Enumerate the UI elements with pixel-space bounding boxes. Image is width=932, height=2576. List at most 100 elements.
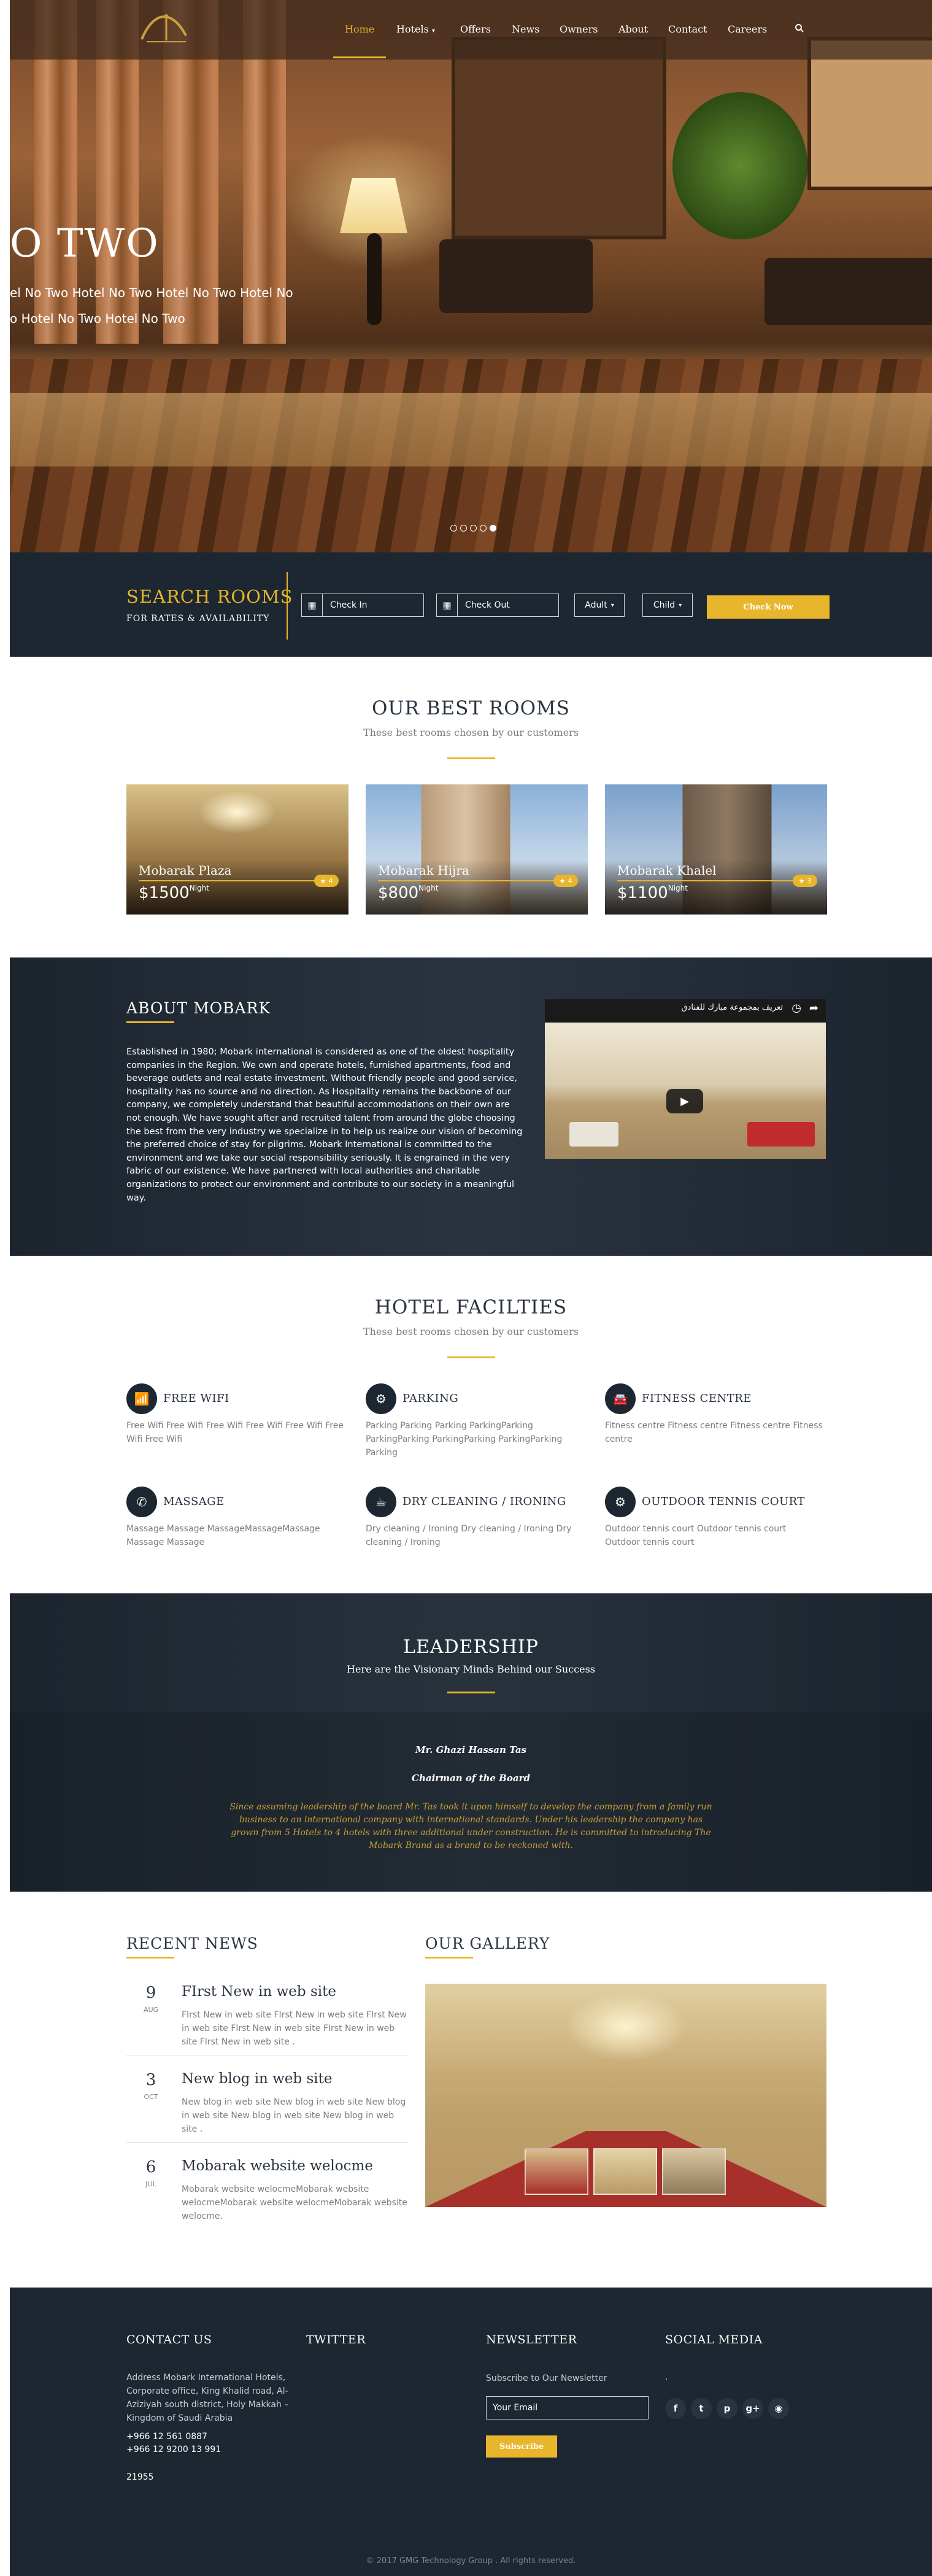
gallery-thumbnail[interactable] (525, 2148, 588, 2195)
social-note: . (665, 2372, 668, 2382)
mobarak-logo[interactable] (129, 4, 197, 53)
share-icon[interactable]: ➦ (809, 1002, 818, 1015)
hero-title: O TWO (10, 221, 160, 266)
hero-wall-panel (452, 37, 666, 239)
news-item-text: New blog in web site New blog in web sit… (182, 2097, 406, 2134)
check-out-field[interactable]: ▦ Check Out (436, 594, 559, 617)
best-rooms-section: OUR BEST ROOMS These best rooms chosen b… (10, 657, 932, 957)
nav-owners[interactable]: Owners (560, 23, 598, 35)
section-divider (425, 1957, 473, 1959)
leader-quote: Since assuming leadership of the board M… (229, 1802, 712, 1851)
news-item-title[interactable]: Mobarak website welocme (182, 2158, 373, 2174)
nav-contact[interactable]: Contact (668, 23, 707, 35)
site-footer: CONTACT US Address Mobark International … (10, 2288, 932, 2576)
room-card[interactable]: Mobarak Hijra ★ 4 $800Night (366, 784, 588, 915)
news-separator (126, 2142, 409, 2143)
room-name: Mobarak Plaza (139, 863, 232, 878)
clock-icon[interactable]: ◷ (791, 1002, 801, 1015)
nav-offers[interactable]: Offers (460, 23, 491, 35)
check-in-field[interactable]: ▦ Check In (301, 594, 424, 617)
nav-hotels[interactable]: Hotels ▾ (396, 23, 435, 35)
nav-careers[interactable]: Careers (728, 23, 767, 35)
twitter-icon[interactable]: t (691, 2398, 712, 2419)
nav-home[interactable]: Home (345, 23, 374, 35)
hero-plant (672, 92, 807, 239)
adult-select[interactable]: Adult ▾ (574, 594, 625, 617)
hero-lamp (340, 178, 407, 233)
twitter-title: TWITTER (306, 2333, 366, 2346)
subscribe-button[interactable]: Subscribe (486, 2435, 557, 2458)
newsletter-email-input[interactable] (486, 2396, 649, 2419)
facility-title: DRY CLEANING / IRONING (402, 1495, 566, 1508)
facility-text: Dry cleaning / Ironing Dry cleaning / Ir… (366, 1524, 572, 1547)
room-name: Mobarak Hijra (378, 863, 469, 878)
room-divider (139, 880, 323, 881)
car-icon: 🚘 (605, 1383, 636, 1414)
leader-role: Chairman of the Board (412, 1773, 530, 1784)
contact-address: Address Mobark International Hotels, Cor… (126, 2373, 289, 2423)
room-card[interactable]: Mobarak Plaza ★ 4 $1500Night (126, 784, 349, 915)
slider-dot[interactable] (480, 525, 487, 532)
caret-down-icon: ▾ (679, 601, 682, 609)
gallery-title: OUR GALLERY (425, 1935, 550, 1952)
news-title: RECENT NEWS (126, 1935, 258, 1952)
room-price: $800Night (378, 884, 439, 902)
facility-title: PARKING (402, 1392, 459, 1405)
slider-dot[interactable] (470, 525, 477, 532)
child-select[interactable]: Child ▾ (642, 594, 693, 617)
hero-sofa (764, 258, 932, 325)
gears-icon: ⚙ (605, 1487, 636, 1517)
about-video[interactable]: تعريف بمجموعة مبارك للفنادق ◷ ➦ ▶ (545, 999, 826, 1159)
coffee-icon: ☕ (366, 1487, 396, 1517)
rating-value: 4 (328, 876, 333, 885)
google-plus-icon[interactable]: g+ (742, 2398, 763, 2419)
room-card[interactable]: Mobarak Khalel ★ 3 $1100Night (605, 784, 827, 915)
section-subtitle: These best rooms chosen by our customers (363, 727, 579, 738)
hero-subtitle: o Hotel No Two Hotel No Two (10, 311, 185, 326)
room-divider (378, 880, 562, 881)
gears-icon: ⚙ (366, 1383, 396, 1414)
search-icon[interactable] (795, 23, 804, 36)
star-icon: ★ (559, 876, 566, 885)
nav-news[interactable]: News (512, 23, 539, 35)
contact-phone[interactable]: +966 12 561 0887 (126, 2432, 207, 2442)
about-title: ABOUT MOBARK (126, 999, 271, 1017)
contact-phone[interactable]: +966 12 9200 13 991 (126, 2445, 221, 2454)
search-divider (287, 572, 288, 640)
main-navbar: Home Hotels ▾ Offers News Owners About C… (10, 0, 932, 60)
chevron-down-icon: ▾ (431, 28, 435, 34)
news-day: 3 (145, 2071, 156, 2089)
news-item-title[interactable]: FIrst New in web site (182, 1984, 336, 2000)
newsletter-title: NEWSLETTER (486, 2333, 577, 2346)
hero-subtitle: el No Two Hotel No Two Hotel No Two Hote… (10, 285, 293, 300)
facility-text: Parking Parking Parking ParkingParking P… (366, 1421, 563, 1458)
contact-zip: 21955 (126, 2472, 154, 2482)
pinterest-icon[interactable]: p (717, 2398, 738, 2419)
gallery-thumbnail[interactable] (593, 2148, 657, 2195)
hero-lamp-base (367, 233, 382, 325)
news-gallery-section: RECENT NEWS 9 AUG FIrst New in web site … (10, 1892, 932, 2288)
wifi-icon: 📶 (126, 1383, 157, 1414)
gallery-image[interactable] (425, 1984, 826, 2207)
news-day: 9 (145, 1984, 156, 2002)
facility-title: FREE WIFI (163, 1392, 229, 1405)
facility-text: Massage Massage MassageMassageMassage Ma… (126, 1524, 320, 1547)
check-out-label: Check Out (465, 600, 510, 610)
rating-badge: ★ 3 (793, 875, 817, 887)
slider-dot-active[interactable] (490, 525, 496, 532)
caret-down-icon: ▾ (610, 601, 614, 609)
social-title: SOCIAL MEDIA (665, 2333, 763, 2346)
slider-dot[interactable] (450, 525, 457, 532)
rss-icon[interactable]: ◉ (768, 2398, 789, 2419)
news-item-title[interactable]: New blog in web site (182, 2071, 333, 2087)
facebook-icon[interactable]: f (665, 2398, 686, 2419)
play-icon[interactable]: ▶ (666, 1089, 703, 1113)
check-now-button[interactable]: Check Now (707, 595, 830, 619)
news-day: 6 (145, 2158, 156, 2176)
nav-about[interactable]: About (618, 23, 648, 35)
section-title: HOTEL FACILTIES (374, 1296, 568, 1318)
calendar-icon: ▦ (302, 594, 323, 616)
gallery-thumbnail[interactable] (662, 2148, 726, 2195)
slider-dot[interactable] (460, 525, 467, 532)
about-section: ABOUT MOBARK Established in 1980; Mobark… (10, 957, 932, 1256)
